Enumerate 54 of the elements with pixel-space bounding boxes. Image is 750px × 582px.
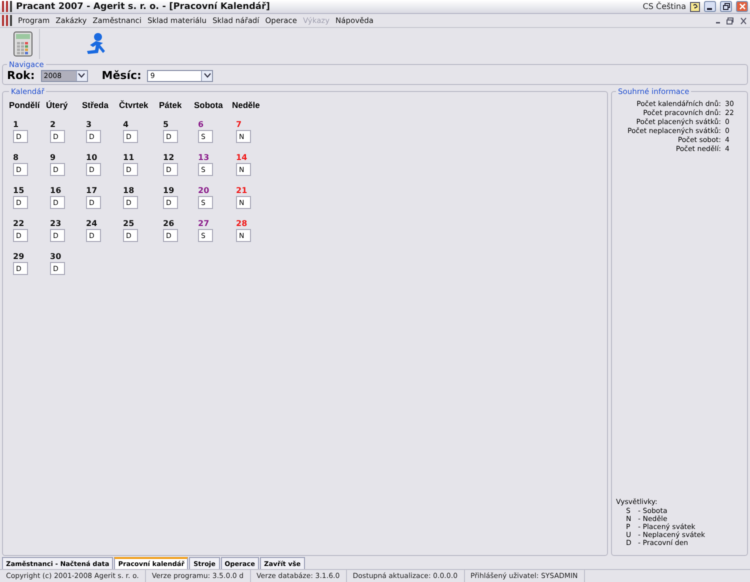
day-number: 5: [163, 120, 170, 129]
day-number: 18: [123, 186, 136, 195]
day-number: 20: [198, 186, 210, 195]
day-number: 28: [236, 219, 248, 228]
app-icon: [2, 1, 12, 12]
day-number: 13: [198, 153, 210, 162]
day-number: 21: [236, 186, 248, 195]
day-number: 27: [198, 219, 210, 228]
weekday-header: Úterý: [46, 100, 69, 110]
child-window-controls-icon[interactable]: [714, 16, 748, 24]
calculator-icon: [12, 31, 32, 57]
weekday-header: Neděle: [232, 100, 261, 110]
window-title: Pracant 2007 - Agerit s. r. o. - [Pracovní Kalendář]: [16, 2, 272, 12]
weekday-header: Středa: [82, 100, 110, 110]
day-number: 11: [123, 153, 136, 162]
day-number: 4: [123, 120, 130, 129]
close-button[interactable]: [736, 1, 748, 12]
weekday-header: Pátek: [159, 100, 183, 110]
day-number: 6: [198, 120, 205, 129]
language-indicator[interactable]: CS Čeština: [642, 2, 686, 11]
day-number: 29: [13, 252, 26, 261]
day-number: 1: [13, 120, 20, 129]
weekday-header: Pondělí: [9, 100, 41, 110]
weekday-header: Čtvrtek: [119, 100, 150, 110]
day-number: 17: [86, 186, 98, 195]
caret-icon: [78, 73, 86, 78]
day-number: 12: [163, 153, 176, 162]
day-number: 23: [50, 219, 62, 228]
day-number: 3: [86, 120, 93, 129]
restore-button[interactable]: [720, 1, 732, 12]
month-label: Měsíc:: [102, 69, 142, 82]
day-number: 24: [86, 219, 98, 228]
caret-icon: [204, 73, 211, 78]
day-number: 25: [123, 219, 136, 228]
runner-icon: [84, 32, 106, 56]
app-icon: [2, 15, 12, 26]
day-number: 7: [236, 120, 243, 129]
day-number: 2: [50, 120, 57, 129]
day-number: 26: [163, 219, 176, 228]
day-number: 22: [13, 219, 26, 228]
day-number: 16: [50, 186, 62, 195]
day-number: 14: [236, 153, 248, 162]
day-number: 30: [50, 252, 62, 261]
close-icon: [738, 3, 746, 10]
day-number: 9: [50, 153, 57, 162]
day-number: 10: [86, 153, 98, 162]
day-number: 8: [13, 153, 20, 162]
minimize-button[interactable]: [704, 1, 716, 12]
year-label: Rok:: [7, 69, 35, 82]
help-icon[interactable]: [690, 2, 700, 12]
restore-icon: [722, 3, 730, 10]
weekday-header: Sobota: [194, 100, 224, 110]
day-number: 19: [163, 186, 176, 195]
day-number: 15: [13, 186, 26, 195]
